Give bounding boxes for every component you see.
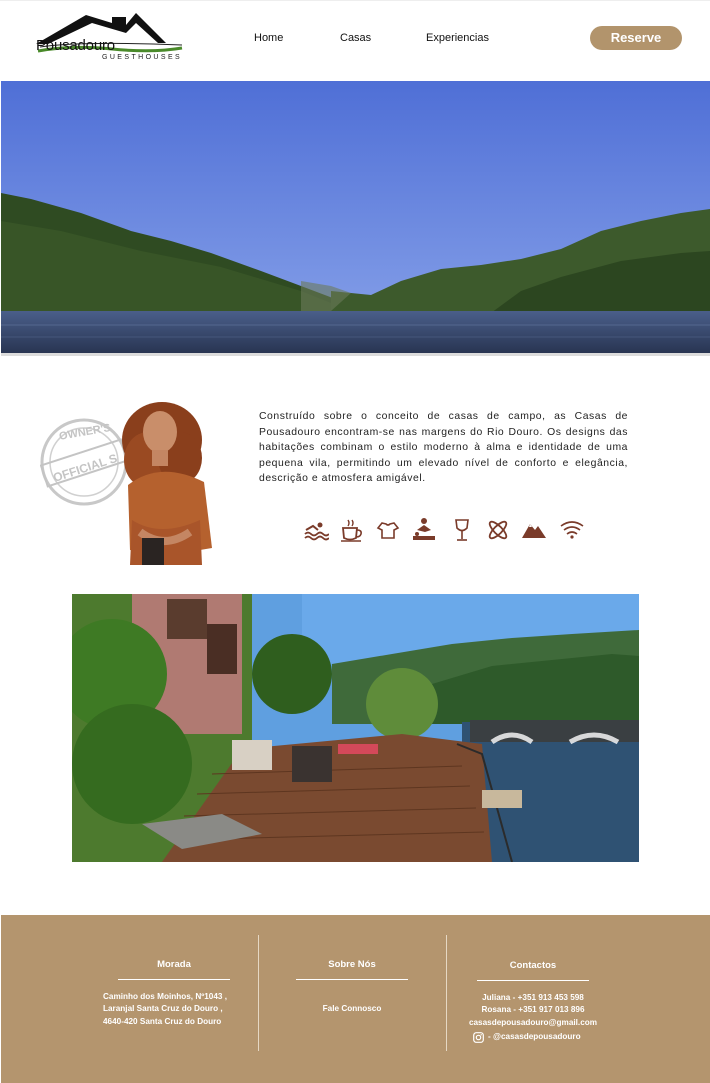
nav-experiencias[interactable]: Experiencias	[426, 32, 489, 44]
nav-home[interactable]: Home	[254, 32, 283, 44]
logo-subtitle: GUESTHOUSES	[102, 54, 183, 61]
footer-contactos-underline	[477, 980, 589, 981]
amenities-row	[303, 516, 593, 544]
tshirt-icon	[376, 522, 400, 539]
terrace-photo	[72, 594, 639, 862]
about-paragraph: Construído sobre o conceito de casas de …	[259, 411, 628, 485]
site-header: Pousadouro GUESTHOUSES Home Casas Experi…	[0, 0, 710, 81]
logo[interactable]: Pousadouro GUESTHOUSES	[32, 11, 202, 66]
coffee-cup-icon	[341, 519, 362, 542]
reserve-button[interactable]: Reserve	[590, 26, 682, 50]
contact-juliana: Juliana - +351 913 453 598	[482, 993, 584, 1002]
instagram-handle: - @casasdepousadouro	[488, 1032, 581, 1041]
address-line: Caminho dos Moinhos, Nº1043 ,	[103, 992, 227, 1001]
hero-image	[1, 81, 710, 356]
kayak-icon	[488, 520, 508, 540]
footer-address: Caminho dos Moinhos, Nº1043 , Laranjal S…	[103, 991, 253, 1028]
instagram-row[interactable]: - @casasdepousadouro	[473, 1031, 623, 1043]
footer-contacts: Juliana - +351 913 453 598 Rosana - +351…	[446, 992, 620, 1029]
email-link[interactable]: casasdepousadouro@gmail.com	[446, 1017, 620, 1029]
mountain-icon	[522, 524, 546, 538]
instagram-icon	[473, 1031, 484, 1043]
svg-text:OFFICIAL S: OFFICIAL S	[51, 451, 119, 485]
footer-sobre-title: Sobre Nós	[328, 959, 376, 970]
massage-icon	[413, 518, 435, 540]
contact-rosana: Rosana - +351 917 013 896	[481, 1005, 585, 1015]
swimming-icon	[304, 522, 329, 541]
footer-divider	[258, 935, 259, 1051]
footer-morada-underline	[118, 979, 230, 980]
footer-sobre-underline	[296, 979, 408, 980]
nav-casas[interactable]: Casas	[340, 32, 371, 44]
host-portrait	[110, 400, 220, 565]
footer-morada-title: Morada	[157, 959, 191, 970]
site-footer: Morada Caminho dos Moinhos, Nº1043 , Lar…	[1, 915, 710, 1083]
fale-connosco-link[interactable]: Fale Connosco	[296, 1003, 408, 1015]
wine-glass-icon	[455, 519, 469, 541]
footer-contactos-title: Contactos	[509, 960, 557, 971]
wifi-icon	[560, 521, 584, 539]
address-line: 4640-420 Santa Cruz do Douro	[103, 1016, 222, 1026]
logo-text: Pousadouro	[36, 37, 115, 54]
address-line: Laranjal Santa Cruz do Douro ,	[103, 1004, 223, 1014]
